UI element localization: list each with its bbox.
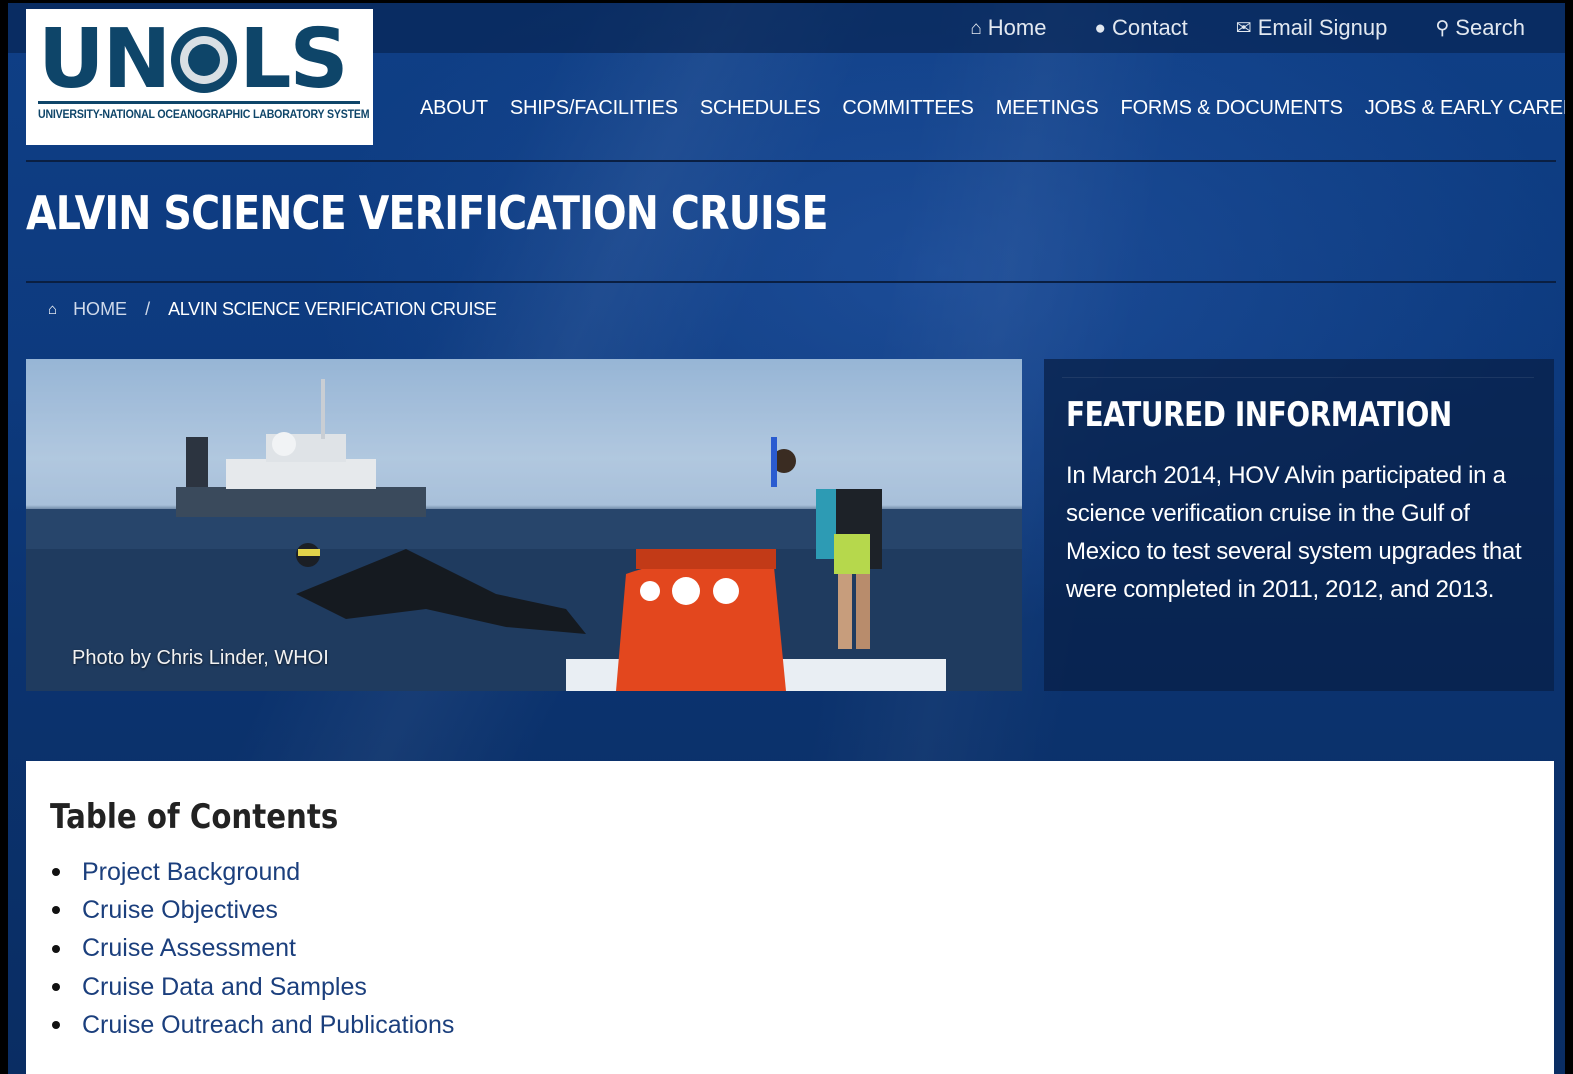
featured-body: In March 2014, HOV Alvin participated in… (1066, 462, 1522, 603)
toc-list: Project Background Cruise Objectives Cru… (50, 853, 454, 1044)
chat-icon: ● (1094, 17, 1106, 39)
nav-ships-facilities[interactable]: SHIPS/FACILITIES (510, 97, 678, 120)
photo-credit: Photo by Chris Linder, WHOI (72, 647, 329, 669)
main-nav: ABOUT SHIPS/FACILITIES SCHEDULES COMMITT… (420, 97, 1565, 120)
toc-item-cruise-assessment: Cruise Assessment (50, 930, 454, 968)
breadcrumb-current: ALVIN SCIENCE VERIFICATION CRUISE (168, 299, 497, 319)
toc-link[interactable]: Cruise Assessment (82, 934, 296, 963)
home-icon[interactable]: ⌂ (48, 301, 57, 318)
bullet-icon (52, 868, 60, 877)
logo-divider (38, 101, 360, 104)
util-link-email-signup[interactable]: ✉ Email Signup (1236, 15, 1388, 41)
nav-forms-documents[interactable]: FORMS & DOCUMENTS (1121, 97, 1343, 120)
search-icon: ⚲ (1435, 17, 1450, 39)
logo-letters-left: UN (38, 12, 171, 107)
util-link-contact[interactable]: ● Contact (1094, 15, 1187, 41)
breadcrumb: ⌂ HOME / ALVIN SCIENCE VERIFICATION CRUI… (48, 299, 497, 320)
toc-link[interactable]: Cruise Outreach and Publications (82, 1011, 454, 1040)
content-section: Table of Contents Project Background Cru… (26, 761, 1554, 1074)
logo-seal-icon (171, 27, 238, 93)
logo-wordmark: UN LS (38, 12, 349, 107)
nav-schedules[interactable]: SCHEDULES (700, 97, 821, 120)
nav-committees[interactable]: COMMITTEES (842, 97, 974, 120)
bullet-icon (52, 944, 60, 953)
bullet-icon (52, 1021, 60, 1030)
page: UN LS UNIVERSITY-NATIONAL OCEANOGRAPHIC … (8, 3, 1565, 1074)
toc-item-project-background: Project Background (50, 853, 454, 891)
util-link-label: Search (1455, 15, 1525, 40)
hero-photo-illustration (26, 359, 1022, 691)
util-link-label: Home (987, 15, 1047, 40)
util-link-search[interactable]: ⚲ Search (1435, 15, 1525, 41)
toc-link[interactable]: Project Background (82, 858, 300, 887)
featured-information-panel: FEATURED INFORMATION In March 2014, HOV … (1044, 359, 1554, 691)
featured-title: FEATURED INFORMATION (1066, 395, 1452, 435)
nav-about[interactable]: ABOUT (420, 97, 488, 120)
title-divider (26, 281, 1556, 283)
hero-photo: Photo by Chris Linder, WHOI (26, 359, 1022, 691)
unols-logo[interactable]: UN LS UNIVERSITY-NATIONAL OCEANOGRAPHIC … (26, 9, 373, 145)
envelope-icon: ✉ (1235, 17, 1252, 39)
logo-subtitle: UNIVERSITY-NATIONAL OCEANOGRAPHIC LABORA… (38, 109, 370, 121)
toc-title: Table of Contents (50, 797, 339, 837)
bullet-icon (52, 983, 60, 992)
toc-item-cruise-objectives: Cruise Objectives (50, 891, 454, 929)
bullet-icon (52, 906, 60, 915)
util-link-label: Email Signup (1257, 15, 1388, 40)
toc-item-cruise-outreach-publications: Cruise Outreach and Publications (50, 1006, 454, 1044)
toc-link[interactable]: Cruise Objectives (82, 896, 278, 925)
header-divider (26, 160, 1556, 162)
breadcrumb-separator: / (145, 299, 151, 319)
page-title: ALVIN SCIENCE VERIFICATION CRUISE (26, 186, 828, 240)
nav-meetings[interactable]: MEETINGS (996, 97, 1099, 120)
featured-divider (1062, 377, 1534, 378)
utility-nav: ⌂ Home ● Contact ✉ Email Signup ⚲ Search (922, 15, 1525, 41)
toc-link[interactable]: Cruise Data and Samples (82, 973, 367, 1002)
home-icon: ⌂ (970, 17, 982, 39)
toc-item-cruise-data-samples: Cruise Data and Samples (50, 968, 454, 1006)
breadcrumb-home[interactable]: HOME (73, 299, 127, 320)
logo-letters-right: LS (239, 12, 348, 107)
util-link-home[interactable]: ⌂ Home (970, 15, 1046, 41)
nav-jobs-early-career[interactable]: JOBS & EARLY CAREER (1365, 97, 1565, 120)
util-link-label: Contact (1111, 15, 1188, 40)
